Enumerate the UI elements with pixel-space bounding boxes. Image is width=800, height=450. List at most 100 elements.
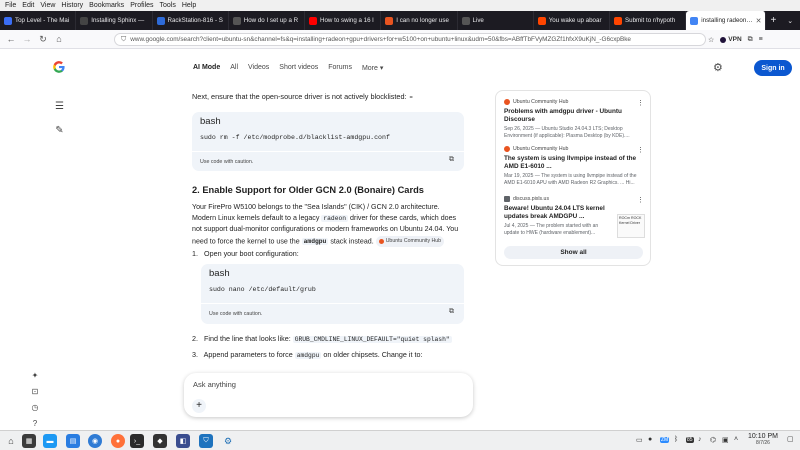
tab-label: I can no longer use (396, 17, 449, 24)
steam-icon[interactable]: ◉ (88, 434, 102, 448)
new-tab-icon[interactable]: + (766, 11, 780, 30)
obsidian-icon[interactable]: ◆ (153, 434, 167, 448)
file-manager-icon[interactable]: ▤ (66, 434, 80, 448)
tab-ai-mode[interactable]: AI Mode (193, 64, 220, 72)
browser-tab[interactable]: Live (458, 11, 534, 30)
code-language: bash (200, 116, 221, 127)
source-card[interactable]: discuss.pixls.us Beware! Ubuntu 24.04 LT… (504, 196, 645, 238)
home-icon[interactable]: ⌂ (51, 34, 67, 44)
browser-tab[interactable]: Top Level - The Mai (0, 11, 77, 30)
bookmark-icon[interactable]: ⊡ (30, 387, 40, 397)
ask-placeholder[interactable]: Ask anything (193, 380, 236, 389)
source-card[interactable]: Ubuntu Community Hub The system is using… (504, 146, 644, 186)
more-vert-icon[interactable]: ⋮ (637, 99, 644, 107)
source-title[interactable]: The system is using llvmpipe instead of … (504, 155, 644, 171)
thumbnail-text: ROCm ROCK Kernel Driver (619, 216, 642, 225)
browser-tab[interactable]: How do I set up a R (229, 11, 305, 30)
link-icon[interactable]: ⚭ (409, 95, 414, 101)
settings-gear-icon[interactable]: ⚙ (713, 62, 725, 74)
history-list-icon[interactable]: ☰ (54, 101, 65, 112)
ask-input-box[interactable]: Ask anything + (184, 373, 473, 417)
clock[interactable]: 10:10 PM 8/7/26 (745, 433, 781, 446)
tray-expand-icon[interactable]: ˄ (734, 436, 738, 443)
firefox-icon[interactable]: ● (111, 434, 125, 448)
history-icon[interactable]: ◷ (30, 403, 40, 413)
reload-icon[interactable]: ↻ (35, 34, 51, 45)
browser-tab[interactable]: Installing Sphinx — (76, 11, 153, 30)
tab-list-icon[interactable]: ⌄ (780, 11, 800, 30)
tab-all[interactable]: All (230, 64, 238, 72)
list-text: on older chipsets. Change it to: (323, 350, 423, 359)
gear-icon[interactable] (30, 418, 40, 428)
forward-icon[interactable]: → (19, 34, 35, 44)
app-launcher-icon[interactable]: ⌂ (4, 434, 18, 448)
google-logo-icon[interactable] (52, 60, 66, 74)
address-bar[interactable]: ⛉ www.google.com/search?client=ubuntu-sn… (114, 33, 706, 46)
list-item: 1. Open your boot configuration: (192, 249, 299, 258)
clock-time: 10:10 PM (748, 433, 778, 440)
menu-history[interactable]: History (58, 2, 86, 9)
menu-help[interactable]: Help (179, 2, 199, 9)
source-site: Ubuntu Community Hub (504, 146, 644, 152)
show-desktop-icon[interactable]: ▦ (22, 434, 36, 448)
new-chat-icon[interactable]: ✎ (54, 125, 65, 136)
browser-tab[interactable]: Submit to r/hypoth (610, 11, 687, 30)
menu-tools[interactable]: Tools (157, 2, 179, 9)
source-card[interactable]: Ubuntu Community Hub Problems with amdgp… (504, 99, 644, 139)
browser-tab[interactable]: You wake up aboar (534, 11, 610, 30)
code-line[interactable]: sudo rm -f /etc/modprobe.d/blacklist-amd… (200, 134, 390, 141)
extensions-icon[interactable]: ⧉ (748, 36, 753, 44)
tab-forums[interactable]: Forums (328, 64, 352, 72)
source-chip[interactable]: Ubuntu Community Hub (375, 235, 445, 247)
more-vert-icon[interactable]: ⋮ (637, 146, 644, 154)
browser-tab[interactable]: RackStation-816 - S (153, 11, 229, 30)
network-icon[interactable]: ⌬ (710, 436, 716, 444)
tray-folder-icon[interactable]: ▭ (636, 436, 643, 444)
add-attachment-icon[interactable]: + (192, 399, 206, 413)
url-text[interactable]: www.google.com/search?client=ubuntu-sn&c… (130, 36, 631, 43)
more-vert-icon[interactable]: ⋮ (637, 196, 644, 204)
files-icon[interactable]: ▬ (43, 434, 57, 448)
menu-file[interactable]: File (0, 2, 19, 9)
search-mode-tabs: AI Mode All Videos Short videos Forums M… (193, 64, 383, 72)
badge-tray-icon[interactable]: 85 (686, 437, 694, 443)
browser-tab-active[interactable]: installing radeon gp ✕ (686, 11, 767, 30)
code-line[interactable]: sudo nano /etc/default/grub (209, 286, 316, 293)
menu-icon[interactable]: ≡ (759, 36, 763, 43)
zoom-tray-icon[interactable]: ZM (660, 437, 670, 443)
sign-in-button[interactable]: Sign in (754, 60, 792, 76)
tab-close-icon[interactable]: ✕ (756, 17, 762, 25)
copy-icon[interactable]: ⧉ (449, 156, 454, 164)
copy-icon[interactable]: ⧉ (449, 308, 454, 316)
kde-connect-icon[interactable]: ⚙ (221, 434, 235, 448)
tray-app-icon[interactable]: ● (648, 436, 652, 443)
vpn-button[interactable]: VPN (720, 36, 742, 43)
volume-icon[interactable]: ♪ (698, 436, 702, 443)
menu-bookmarks[interactable]: Bookmarks (86, 2, 127, 9)
tab-videos[interactable]: Videos (248, 64, 269, 72)
bluetooth-icon[interactable]: ᛒ (674, 436, 678, 443)
bookmark-star-icon[interactable]: ☆ (708, 36, 714, 44)
show-all-button[interactable]: Show all (504, 246, 643, 259)
browser-tab[interactable]: How to swing a 16 l (305, 11, 382, 30)
clipboard-icon[interactable]: ▣ (722, 436, 729, 444)
source-thumbnail[interactable]: ROCm ROCK Kernel Driver (617, 214, 645, 238)
sparkle-icon[interactable]: ✦ (30, 371, 40, 381)
terminal-icon[interactable]: ›_ (130, 434, 144, 448)
bitwarden-icon[interactable]: ⛉ (199, 434, 213, 448)
source-snippet: Mar 19, 2025 — The system is using llvmp… (504, 173, 637, 186)
code-separator (201, 303, 464, 304)
tab-short-videos[interactable]: Short videos (279, 64, 318, 72)
menu-profiles[interactable]: Profiles (127, 2, 156, 9)
menu-view[interactable]: View (37, 2, 58, 9)
toolbar-right: ☆ VPN ⧉ ≡ (708, 30, 763, 49)
back-icon[interactable]: ← (3, 34, 19, 44)
menu-edit[interactable]: Edit (19, 2, 37, 9)
peek-desktop-icon[interactable]: ▢ (787, 435, 794, 443)
tab-more[interactable]: More ▾ (362, 64, 383, 72)
source-title[interactable]: Beware! Ubuntu 24.04 LTS kernel updates … (504, 205, 609, 221)
source-title[interactable]: Problems with amdgpu driver - Ubuntu Dis… (504, 108, 644, 124)
code-editor-icon[interactable]: ◧ (176, 434, 190, 448)
tab-strip: Top Level - The Mai Installing Sphinx — … (0, 11, 800, 30)
browser-tab[interactable]: I can no longer use (381, 11, 458, 30)
